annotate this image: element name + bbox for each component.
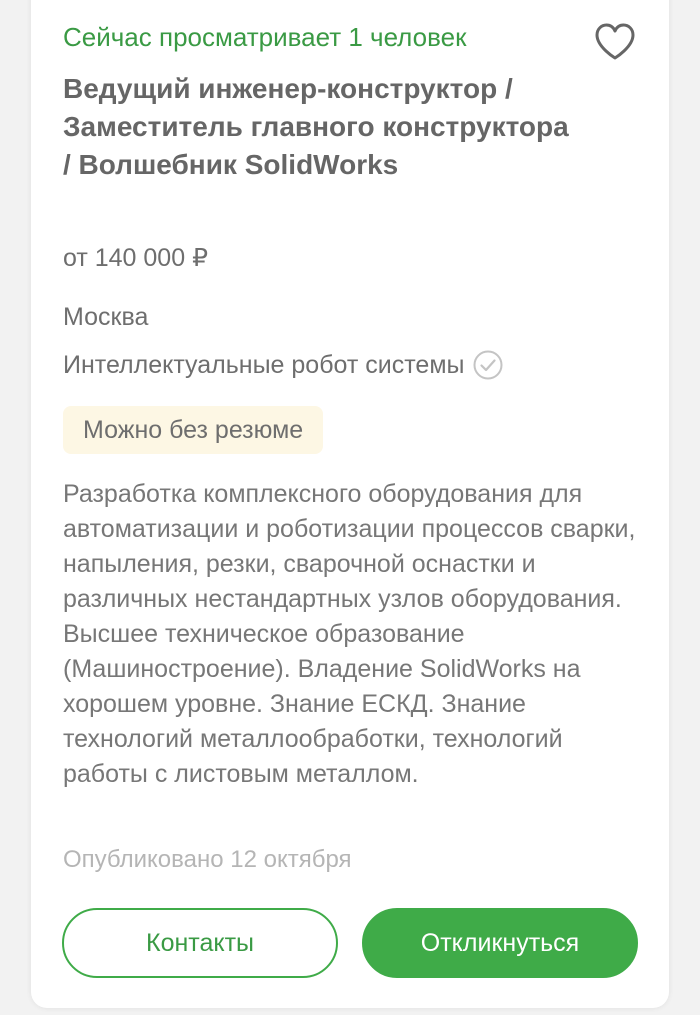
city-text: Москва xyxy=(63,303,149,331)
viewers-count-text: Сейчас просматривает 1 человек xyxy=(63,22,467,52)
salary-text: от 140 000 ₽ xyxy=(63,244,208,272)
company-row[interactable]: Интеллектуальные робот системы xyxy=(63,349,504,381)
vacancy-card[interactable]: Сейчас просматривает 1 человек Ведущий и… xyxy=(31,0,669,1008)
company-name[interactable]: Интеллектуальные робот системы xyxy=(63,349,464,381)
favorite-button[interactable] xyxy=(591,18,639,66)
vacancy-title[interactable]: Ведущий инженер-конструктор / Заместител… xyxy=(63,70,583,184)
published-date: Опубликовано 12 октября xyxy=(63,846,352,873)
verified-check-icon xyxy=(472,349,504,381)
apply-button[interactable]: Откликнуться xyxy=(362,908,638,978)
vacancy-description: Разработка комплексного оборудования для… xyxy=(63,480,636,788)
heart-icon xyxy=(595,23,635,60)
no-resume-badge: Можно без резюме xyxy=(63,406,324,454)
contacts-button[interactable]: Контакты xyxy=(62,908,338,978)
